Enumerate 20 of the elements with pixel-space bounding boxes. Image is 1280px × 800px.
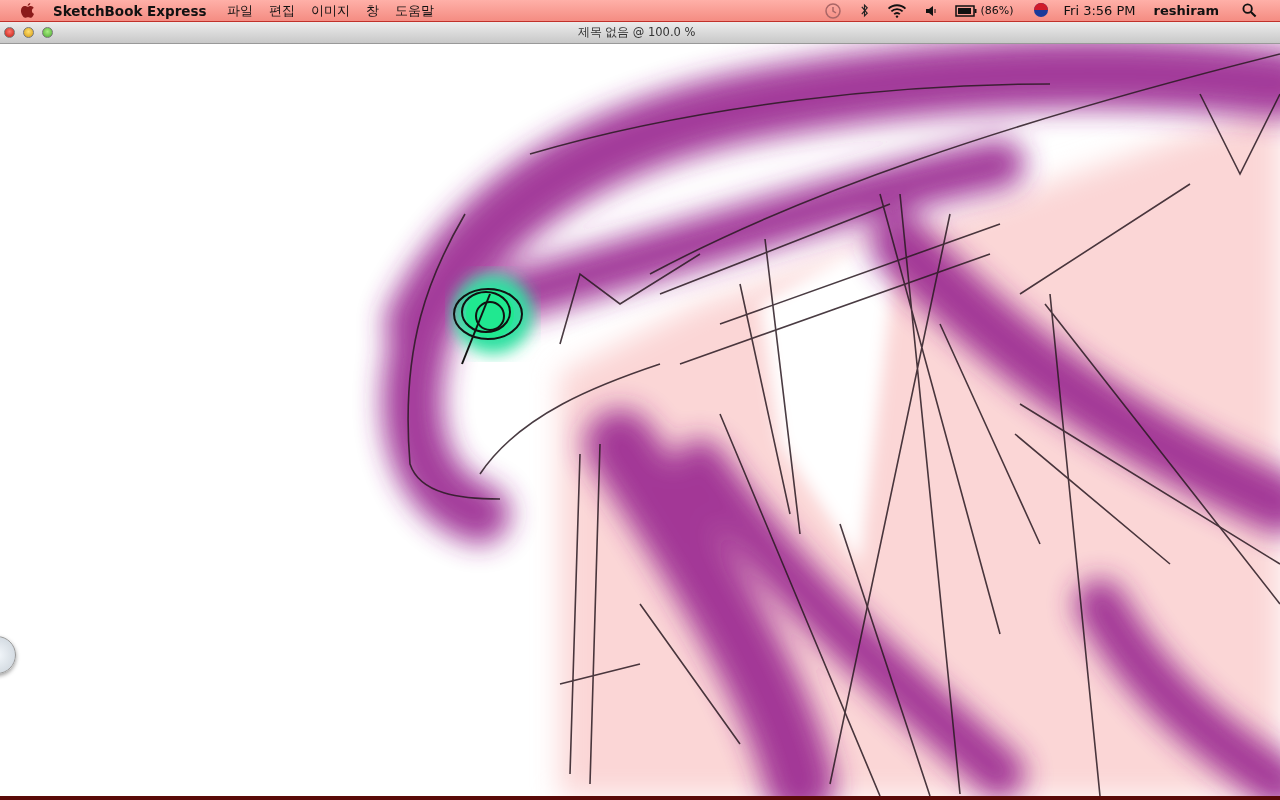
menu-item[interactable]: 편집 (260, 1, 303, 20)
menu-item[interactable]: 창 (357, 1, 387, 20)
korean-flag-input-icon[interactable] (1032, 1, 1051, 20)
window-title: 제목 없음 @ 100.0 % (576, 25, 697, 40)
zoom-button[interactable] (42, 27, 53, 38)
user-name[interactable]: reshiram (1153, 3, 1219, 18)
app-menu[interactable]: SketchBook Express (53, 2, 207, 19)
close-button[interactable] (4, 27, 15, 38)
menu-item[interactable]: 도움말 (386, 1, 442, 20)
wifi-icon[interactable] (886, 3, 907, 18)
menu-clock[interactable]: Fri 3:56 PM (1063, 3, 1136, 18)
search-icon[interactable] (1242, 3, 1257, 18)
menu-item[interactable]: 파일 (218, 1, 261, 20)
minimize-button[interactable] (23, 27, 34, 38)
battery-icon[interactable] (954, 4, 977, 17)
menu-item[interactable]: 이미지 (302, 1, 358, 20)
battery-percent: (86%) (980, 4, 1014, 17)
speaker-icon[interactable] (924, 4, 937, 17)
bluetooth-icon[interactable] (859, 3, 869, 18)
apple-logo-icon[interactable] (20, 2, 35, 19)
